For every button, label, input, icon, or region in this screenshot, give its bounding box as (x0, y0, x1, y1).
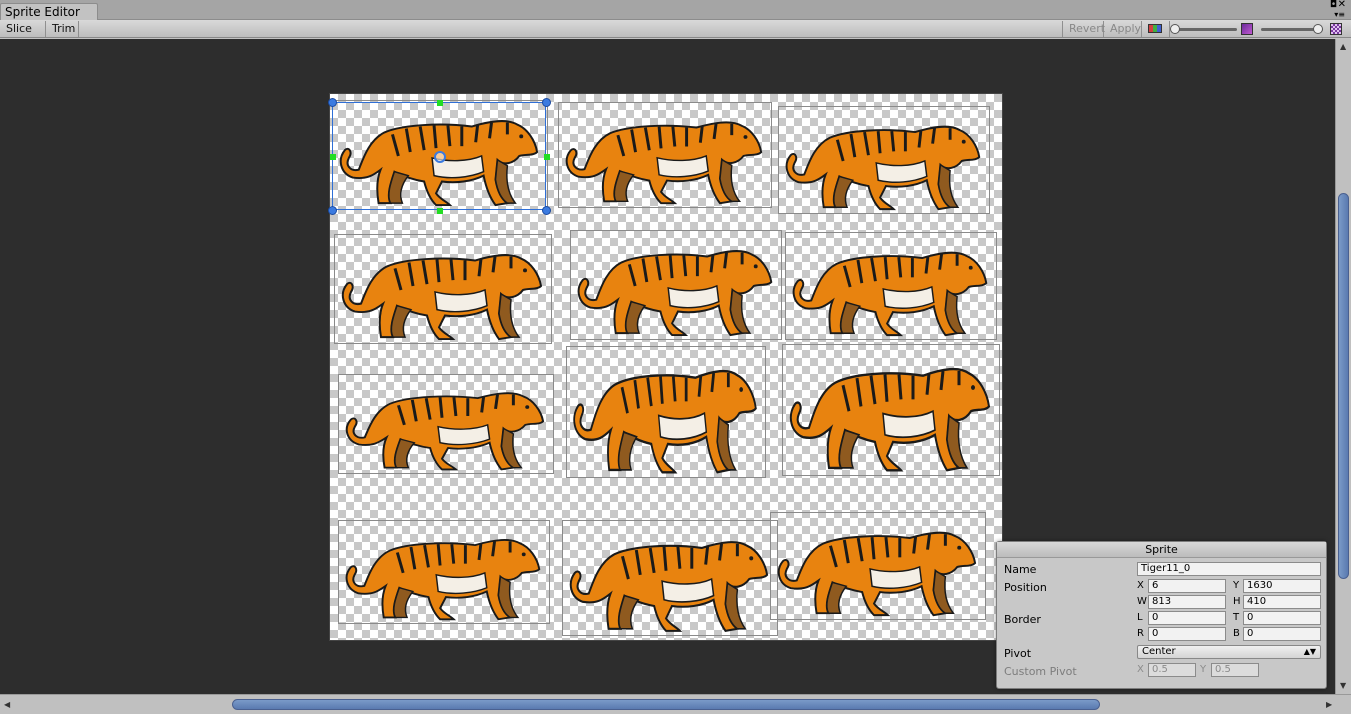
name-field[interactable]: Tiger11_0 (1137, 562, 1321, 576)
apply-button[interactable]: Apply (1104, 21, 1142, 37)
resize-corner-handle[interactable] (542, 98, 551, 107)
dropdown-arrow-icon: ▲▼ (1303, 647, 1316, 656)
tiger-sprite-image (792, 251, 988, 337)
h-field[interactable]: 410 (1243, 595, 1321, 609)
mip-level-icon (1330, 23, 1342, 35)
sprite-frame[interactable] (570, 230, 782, 340)
w-field[interactable]: 813 (1148, 595, 1226, 609)
y-field[interactable]: 1630 (1243, 579, 1321, 593)
resize-corner-handle[interactable] (542, 206, 551, 215)
tiger-sprite-image (341, 254, 543, 341)
trim-button[interactable]: Trim (46, 21, 79, 37)
toolbar: Slice ÷ Trim Revert Apply (0, 20, 1351, 48)
horizontal-scroll-thumb[interactable] (232, 699, 1100, 710)
color-channel-toggle[interactable] (1142, 21, 1170, 37)
scroll-down-icon[interactable]: ▼ (1340, 681, 1346, 690)
slice-button[interactable]: Slice ÷ (0, 21, 46, 48)
resize-edge-handle[interactable] (437, 100, 443, 106)
mip-slider-thumb[interactable] (1313, 24, 1323, 34)
resize-corner-handle[interactable] (328, 206, 337, 215)
scroll-right-icon[interactable]: ▶ (1326, 700, 1332, 709)
sprite-frame[interactable] (338, 374, 554, 474)
border-right-field[interactable]: 0 (1148, 627, 1226, 641)
w-label: W (1137, 596, 1147, 607)
zoom-icon (1241, 23, 1253, 35)
sprite-frame[interactable] (562, 520, 778, 636)
inspector-title: Sprite (997, 542, 1326, 558)
pivot-label: Pivot (1004, 647, 1032, 660)
l-label: L (1137, 612, 1143, 623)
custom-pivot-x-label: X (1137, 664, 1144, 675)
resize-corner-handle[interactable] (328, 98, 337, 107)
r-label: R (1137, 628, 1144, 639)
tab-sprite-editor[interactable]: Sprite Editor (0, 3, 98, 21)
mip-level-slider[interactable] (1261, 24, 1323, 34)
tab-strip: Sprite Editor ◘ ✕ ▾≡ (0, 0, 1351, 21)
custom-pivot-x-field[interactable]: 0.5 (1148, 663, 1196, 677)
maximize-icon[interactable]: ◘ (1330, 0, 1337, 10)
custom-pivot-label: Custom Pivot (1004, 665, 1077, 678)
border-left-field[interactable]: 0 (1148, 611, 1226, 625)
tiger-sprite-image (565, 121, 763, 205)
border-bottom-field[interactable]: 0 (1243, 627, 1321, 641)
revert-button[interactable]: Revert (1062, 21, 1105, 37)
x-label: X (1137, 580, 1144, 591)
sprite-frame[interactable] (770, 512, 986, 620)
rgb-icon (1148, 24, 1162, 33)
vertical-scrollbar[interactable]: ▲ ▼ (1335, 39, 1351, 694)
border-top-field[interactable]: 0 (1243, 611, 1321, 625)
horizontal-scrollbar[interactable]: ◀ ▶ (0, 694, 1351, 714)
border-label: Border (1004, 613, 1041, 626)
y-label: Y (1233, 580, 1240, 591)
tiger-sprite-image (785, 125, 981, 211)
tab-title: Sprite Editor (5, 5, 80, 19)
tiger-sprite-image (577, 250, 773, 337)
sprite-frame[interactable] (778, 106, 990, 214)
resize-edge-handle[interactable] (437, 208, 443, 214)
vertical-scroll-thumb[interactable] (1338, 193, 1349, 579)
tiger-sprite-image (789, 367, 991, 472)
name-label: Name (1004, 563, 1037, 576)
window-menu-icon[interactable]: ▾≡ (1334, 11, 1345, 19)
sprite-frame[interactable] (558, 102, 772, 208)
custom-pivot-y-label: Y (1200, 664, 1207, 675)
sprite-frame[interactable] (782, 344, 1000, 476)
selected-sprite-outline[interactable] (328, 98, 551, 215)
sprite-frame[interactable] (785, 232, 997, 340)
scroll-left-icon[interactable]: ◀ (4, 700, 10, 709)
t-label: T (1233, 612, 1240, 623)
scroll-up-icon[interactable]: ▲ (1340, 42, 1346, 51)
zoom-slider[interactable] (1170, 24, 1237, 34)
pivot-handle[interactable] (434, 151, 446, 163)
custom-pivot-y-field[interactable]: 0.5 (1211, 663, 1259, 677)
resize-edge-handle[interactable] (330, 154, 336, 160)
h-label: H (1233, 596, 1241, 607)
sprite-frame[interactable] (566, 346, 766, 478)
sprite-frame[interactable] (334, 234, 552, 344)
resize-edge-handle[interactable] (544, 154, 550, 160)
position-label: Position (1004, 581, 1047, 594)
pivot-dropdown[interactable]: Center ▲▼ (1137, 645, 1321, 659)
tiger-sprite-image (345, 392, 545, 471)
sprite-sheet[interactable] (328, 93, 1003, 641)
tiger-sprite-image (777, 531, 977, 617)
tiger-sprite-image (345, 539, 541, 621)
tiger-sprite-image (569, 541, 769, 632)
zoom-slider-thumb[interactable] (1170, 24, 1180, 34)
sprite-frame[interactable] (338, 520, 550, 624)
close-icon[interactable]: ✕ (1338, 0, 1346, 10)
sprite-inspector-panel: Sprite Name Tiger11_0 Position X 6 Y 163… (996, 541, 1327, 689)
b-label: B (1233, 628, 1240, 639)
pivot-value: Center (1142, 646, 1176, 657)
x-field[interactable]: 6 (1148, 579, 1226, 593)
tiger-sprite-image (573, 369, 757, 474)
